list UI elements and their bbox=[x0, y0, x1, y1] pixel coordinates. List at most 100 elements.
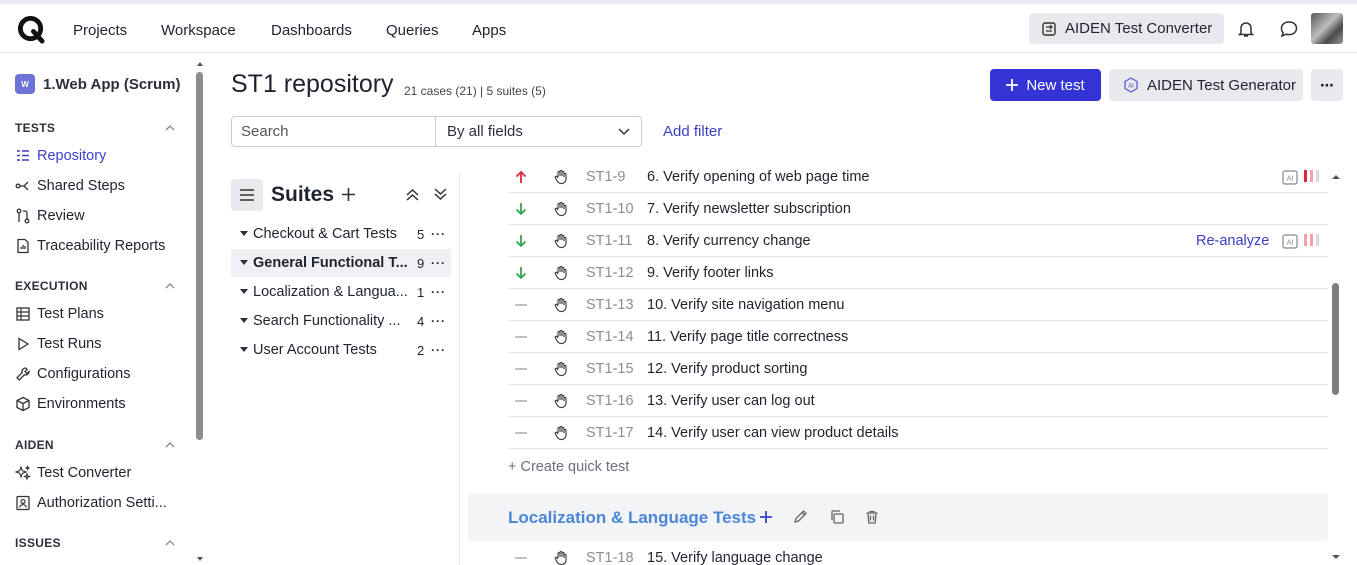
more-dots-icon[interactable]: ··· bbox=[431, 256, 446, 270]
test-case-title[interactable]: 8. Verify currency change bbox=[647, 233, 811, 249]
test-case-row[interactable]: ST1-13 10. Verify site navigation menu bbox=[508, 289, 1328, 321]
pencil-icon[interactable] bbox=[792, 509, 808, 525]
test-case-id[interactable]: ST1-11 bbox=[586, 233, 632, 249]
suite-item[interactable]: User Account Tests 2 ··· bbox=[231, 336, 451, 364]
test-case-row[interactable]: ST1-12 9. Verify footer links bbox=[508, 257, 1328, 289]
plus-icon[interactable] bbox=[758, 509, 774, 525]
sidebar-item-review[interactable]: Review bbox=[15, 208, 85, 224]
suite-item[interactable]: Search Functionality ... 4 ··· bbox=[231, 307, 451, 335]
test-case-id[interactable]: ST1-18 bbox=[586, 550, 634, 565]
caret-down-icon[interactable] bbox=[240, 289, 248, 294]
test-case-title[interactable]: 11. Verify page title correctness bbox=[647, 329, 848, 345]
search-fields-select[interactable]: By all fields bbox=[435, 116, 642, 147]
nav-workspace[interactable]: Workspace bbox=[161, 22, 236, 39]
caret-down-icon[interactable] bbox=[240, 231, 248, 236]
suite-item-selected[interactable]: General Functional T... 9 ··· bbox=[231, 249, 451, 277]
suites-menu-button[interactable] bbox=[231, 179, 263, 211]
new-test-button[interactable]: New test bbox=[990, 69, 1101, 101]
test-case-title[interactable]: 7. Verify newsletter subscription bbox=[647, 201, 851, 217]
suite-item[interactable]: Localization & Langua... 1 ··· bbox=[231, 278, 451, 306]
more-dots-icon[interactable]: ··· bbox=[431, 314, 446, 328]
sidebar-item-traceability-reports[interactable]: Traceability Reports bbox=[15, 238, 165, 254]
test-case-id[interactable]: ST1-9 bbox=[586, 169, 626, 185]
case-count-summary: 21 cases (21) | 5 suites (5) bbox=[404, 84, 546, 98]
project-selector[interactable]: W 1.Web App (Scrum) bbox=[15, 74, 181, 94]
scroll-up-arrow-icon[interactable] bbox=[1330, 172, 1342, 182]
section-execution-heading[interactable]: EXECUTION bbox=[15, 279, 88, 293]
chat-icon[interactable] bbox=[1279, 19, 1299, 39]
chevron-up-icon[interactable] bbox=[165, 283, 175, 289]
test-case-title[interactable]: 12. Verify product sorting bbox=[647, 361, 807, 377]
test-case-id[interactable]: ST1-16 bbox=[586, 393, 634, 409]
test-case-row[interactable]: ST1-11 8. Verify currency change Re-analyz… bbox=[508, 225, 1328, 257]
section-aiden-heading[interactable]: AIDEN bbox=[15, 438, 54, 452]
user-avatar[interactable] bbox=[1311, 13, 1343, 44]
ai-analysis-icon[interactable]: AI bbox=[1282, 170, 1298, 185]
content-scrollbar-thumb[interactable] bbox=[1332, 283, 1339, 395]
add-suite-icon[interactable] bbox=[341, 187, 356, 202]
create-quick-test-link[interactable]: + Create quick test bbox=[508, 459, 629, 475]
sidebar-item-repository[interactable]: Repository bbox=[15, 148, 106, 164]
test-case-title[interactable]: 14. Verify user can view product details bbox=[647, 425, 898, 441]
test-case-row[interactable]: ST1-9 6. Verify opening of web page time A… bbox=[508, 161, 1328, 193]
test-case-title[interactable]: 6. Verify opening of web page time bbox=[647, 169, 869, 185]
copy-icon[interactable] bbox=[829, 509, 845, 525]
app-logo[interactable] bbox=[17, 15, 46, 44]
test-case-id[interactable]: ST1-12 bbox=[586, 265, 634, 281]
test-case-row[interactable]: ST1-14 11. Verify page title correctness bbox=[508, 321, 1328, 353]
sidebar-scrollbar-thumb[interactable] bbox=[196, 72, 203, 440]
test-case-id[interactable]: ST1-15 bbox=[586, 361, 634, 377]
test-case-title[interactable]: 9. Verify footer links bbox=[647, 265, 774, 281]
sidebar-item-environments[interactable]: Environments bbox=[15, 396, 126, 412]
sidebar-item-configurations[interactable]: Configurations bbox=[15, 366, 131, 382]
sidebar-item-test-converter[interactable]: Test Converter bbox=[15, 465, 131, 481]
test-case-id[interactable]: ST1-14 bbox=[586, 329, 634, 345]
test-case-row[interactable]: ST1-17 14. Verify user can view product d… bbox=[508, 417, 1328, 449]
re-analyze-link[interactable]: Re-analyze bbox=[1196, 233, 1269, 249]
section-tests-heading[interactable]: TESTS bbox=[15, 121, 55, 135]
panel-divider[interactable] bbox=[459, 172, 460, 565]
add-filter-link[interactable]: Add filter bbox=[663, 123, 722, 140]
test-case-row[interactable]: ST1-18 15. Verify language change bbox=[508, 542, 1328, 565]
test-case-id[interactable]: ST1-17 bbox=[586, 425, 634, 441]
chevron-up-icon[interactable] bbox=[165, 125, 175, 131]
sidebar-item-shared-steps[interactable]: Shared Steps bbox=[15, 178, 125, 194]
search-input[interactable]: Search bbox=[231, 116, 436, 147]
suite-item[interactable]: Checkout & Cart Tests 5 ··· bbox=[231, 220, 451, 248]
test-case-title[interactable]: 10. Verify site navigation menu bbox=[647, 297, 844, 313]
chevron-up-icon[interactable] bbox=[165, 442, 175, 448]
aiden-test-generator-button[interactable]: AI AIDEN Test Generator bbox=[1109, 69, 1303, 101]
suite-count: 1 bbox=[417, 284, 425, 300]
bell-icon[interactable] bbox=[1236, 19, 1256, 39]
nav-queries[interactable]: Queries bbox=[386, 22, 439, 39]
trash-icon[interactable] bbox=[864, 509, 880, 525]
test-case-id[interactable]: ST1-10 bbox=[586, 201, 634, 217]
more-dots-icon[interactable]: ··· bbox=[431, 227, 446, 241]
expand-all-icon[interactable] bbox=[433, 187, 448, 202]
scroll-down-arrow-icon[interactable] bbox=[1330, 552, 1342, 562]
test-case-row[interactable]: ST1-15 12. Verify product sorting bbox=[508, 353, 1328, 385]
caret-down-icon[interactable] bbox=[240, 347, 248, 352]
suite-group-title[interactable]: Localization & Language Tests bbox=[508, 508, 756, 528]
chevron-up-icon[interactable] bbox=[165, 540, 175, 546]
caret-down-icon[interactable] bbox=[240, 260, 248, 265]
ai-analysis-icon[interactable]: AI bbox=[1282, 234, 1298, 249]
test-case-id[interactable]: ST1-13 bbox=[586, 297, 634, 313]
test-case-title[interactable]: 15. Verify language change bbox=[647, 550, 823, 565]
more-options-button[interactable]: ⋯ bbox=[1311, 69, 1343, 101]
nav-apps[interactable]: Apps bbox=[472, 22, 506, 39]
sidebar-item-test-runs[interactable]: Test Runs bbox=[15, 336, 101, 352]
test-case-title[interactable]: 13. Verify user can log out bbox=[647, 393, 815, 409]
test-case-row[interactable]: ST1-16 13. Verify user can log out bbox=[508, 385, 1328, 417]
section-issues-heading[interactable]: ISSUES bbox=[15, 536, 61, 550]
nav-projects[interactable]: Projects bbox=[73, 22, 127, 39]
sidebar-item-test-plans[interactable]: Test Plans bbox=[15, 306, 104, 322]
sidebar-item-authorization-settings[interactable]: Authorization Setti... bbox=[15, 495, 167, 511]
aiden-test-converter-button[interactable]: AIDEN Test Converter bbox=[1029, 13, 1224, 44]
caret-down-icon[interactable] bbox=[240, 318, 248, 323]
nav-dashboards[interactable]: Dashboards bbox=[271, 22, 352, 39]
collapse-all-icon[interactable] bbox=[405, 187, 420, 202]
test-case-row[interactable]: ST1-10 7. Verify newsletter subscription bbox=[508, 193, 1328, 225]
more-dots-icon[interactable]: ··· bbox=[431, 343, 446, 357]
more-dots-icon[interactable]: ··· bbox=[431, 285, 446, 299]
